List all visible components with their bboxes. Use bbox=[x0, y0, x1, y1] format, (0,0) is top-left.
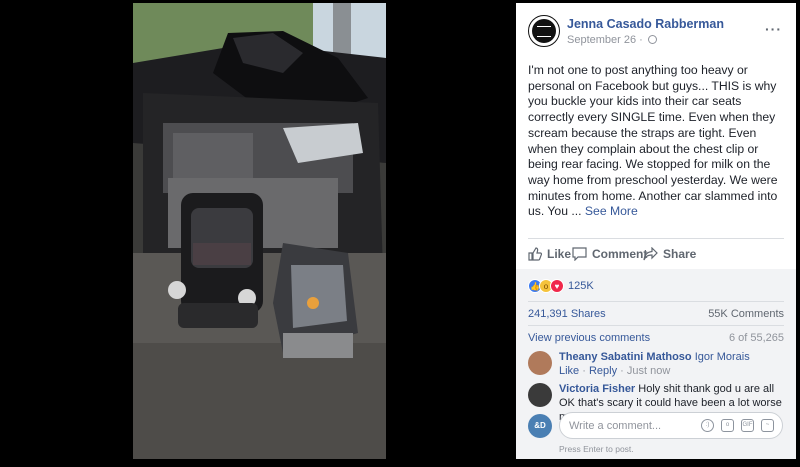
comment-meta: Like · Reply · Just now bbox=[559, 365, 671, 377]
sticker-icon[interactable]: ~ bbox=[761, 419, 774, 432]
emoji-icon[interactable]: :) bbox=[701, 419, 714, 432]
reaction-count: 125K bbox=[568, 280, 594, 292]
composer-icons: :) o GIF ~ bbox=[694, 419, 774, 432]
share-button[interactable]: Share bbox=[643, 247, 696, 261]
divider bbox=[528, 238, 784, 239]
comment-body: Theany Sabatini Mathoso Igor Morais Like… bbox=[559, 350, 784, 378]
post-header: Jenna Casado Rabberman September 26 · ··… bbox=[516, 3, 796, 53]
view-previous-comments-link[interactable]: View previous comments bbox=[528, 332, 650, 344]
post-date[interactable]: September 26 bbox=[567, 34, 636, 46]
reactions-summary[interactable]: 👍 o ♥ 125K bbox=[528, 277, 594, 295]
post-sidebar: Jenna Casado Rabberman September 26 · ··… bbox=[516, 3, 796, 459]
more-options-icon[interactable]: ··· bbox=[765, 21, 782, 37]
comments-count[interactable]: 55K Comments bbox=[708, 308, 784, 320]
current-user-avatar: &D bbox=[528, 414, 552, 438]
author-avatar[interactable] bbox=[528, 15, 560, 47]
feedback-section: 👍 o ♥ 125K 241,391 Shares 55K Comments V… bbox=[516, 269, 796, 459]
post-actions: Like Comment Share bbox=[528, 243, 784, 267]
post-photo[interactable] bbox=[133, 3, 386, 459]
comment-reply-link[interactable]: Reply bbox=[589, 365, 617, 377]
shares-count[interactable]: 241,391 Shares bbox=[528, 308, 606, 320]
press-enter-hint: Press Enter to post. bbox=[559, 444, 634, 454]
commenter-name[interactable]: Theany Sabatini Mathoso bbox=[559, 351, 692, 363]
gif-icon[interactable]: GIF bbox=[741, 419, 754, 432]
post-body: I'm not one to post anything too heavy o… bbox=[528, 63, 778, 219]
comment-label: Comment bbox=[592, 247, 648, 261]
share-label: Share bbox=[663, 247, 697, 261]
crash-photo-illustration bbox=[133, 3, 386, 459]
comment-bubble-icon bbox=[572, 247, 587, 261]
globe-icon[interactable] bbox=[647, 35, 657, 44]
author-name[interactable]: Jenna Casado Rabberman bbox=[567, 17, 724, 31]
comment-placeholder: Write a comment... bbox=[569, 420, 662, 432]
comment-time: Just now bbox=[626, 365, 671, 377]
post-meta: September 26 · bbox=[567, 34, 657, 46]
see-more-link[interactable]: See More bbox=[585, 204, 638, 218]
divider bbox=[528, 301, 784, 302]
love-reaction-icon: ♥ bbox=[550, 279, 564, 293]
commenter-name[interactable]: Victoria Fisher bbox=[559, 383, 635, 395]
post-text: I'm not one to post anything too heavy o… bbox=[528, 63, 786, 220]
comment-position: 6 of 55,265 bbox=[728, 332, 784, 344]
like-button[interactable]: Like bbox=[528, 247, 571, 261]
like-label: Like bbox=[547, 247, 572, 261]
commenter-avatar[interactable] bbox=[528, 351, 552, 375]
comment-input[interactable]: Write a comment... :) o GIF ~ bbox=[559, 412, 783, 439]
comment-button[interactable]: Comment bbox=[572, 247, 647, 261]
comment-like-link[interactable]: Like bbox=[559, 365, 579, 377]
share-arrow-icon bbox=[643, 247, 658, 261]
camera-icon[interactable]: o bbox=[721, 419, 734, 432]
thumbs-up-icon bbox=[528, 247, 542, 261]
photo-viewer bbox=[0, 0, 516, 467]
divider bbox=[528, 325, 784, 326]
commenter-avatar[interactable] bbox=[528, 383, 552, 407]
privacy-separator: · bbox=[639, 34, 646, 46]
tagged-user[interactable]: Igor Morais bbox=[695, 351, 750, 363]
